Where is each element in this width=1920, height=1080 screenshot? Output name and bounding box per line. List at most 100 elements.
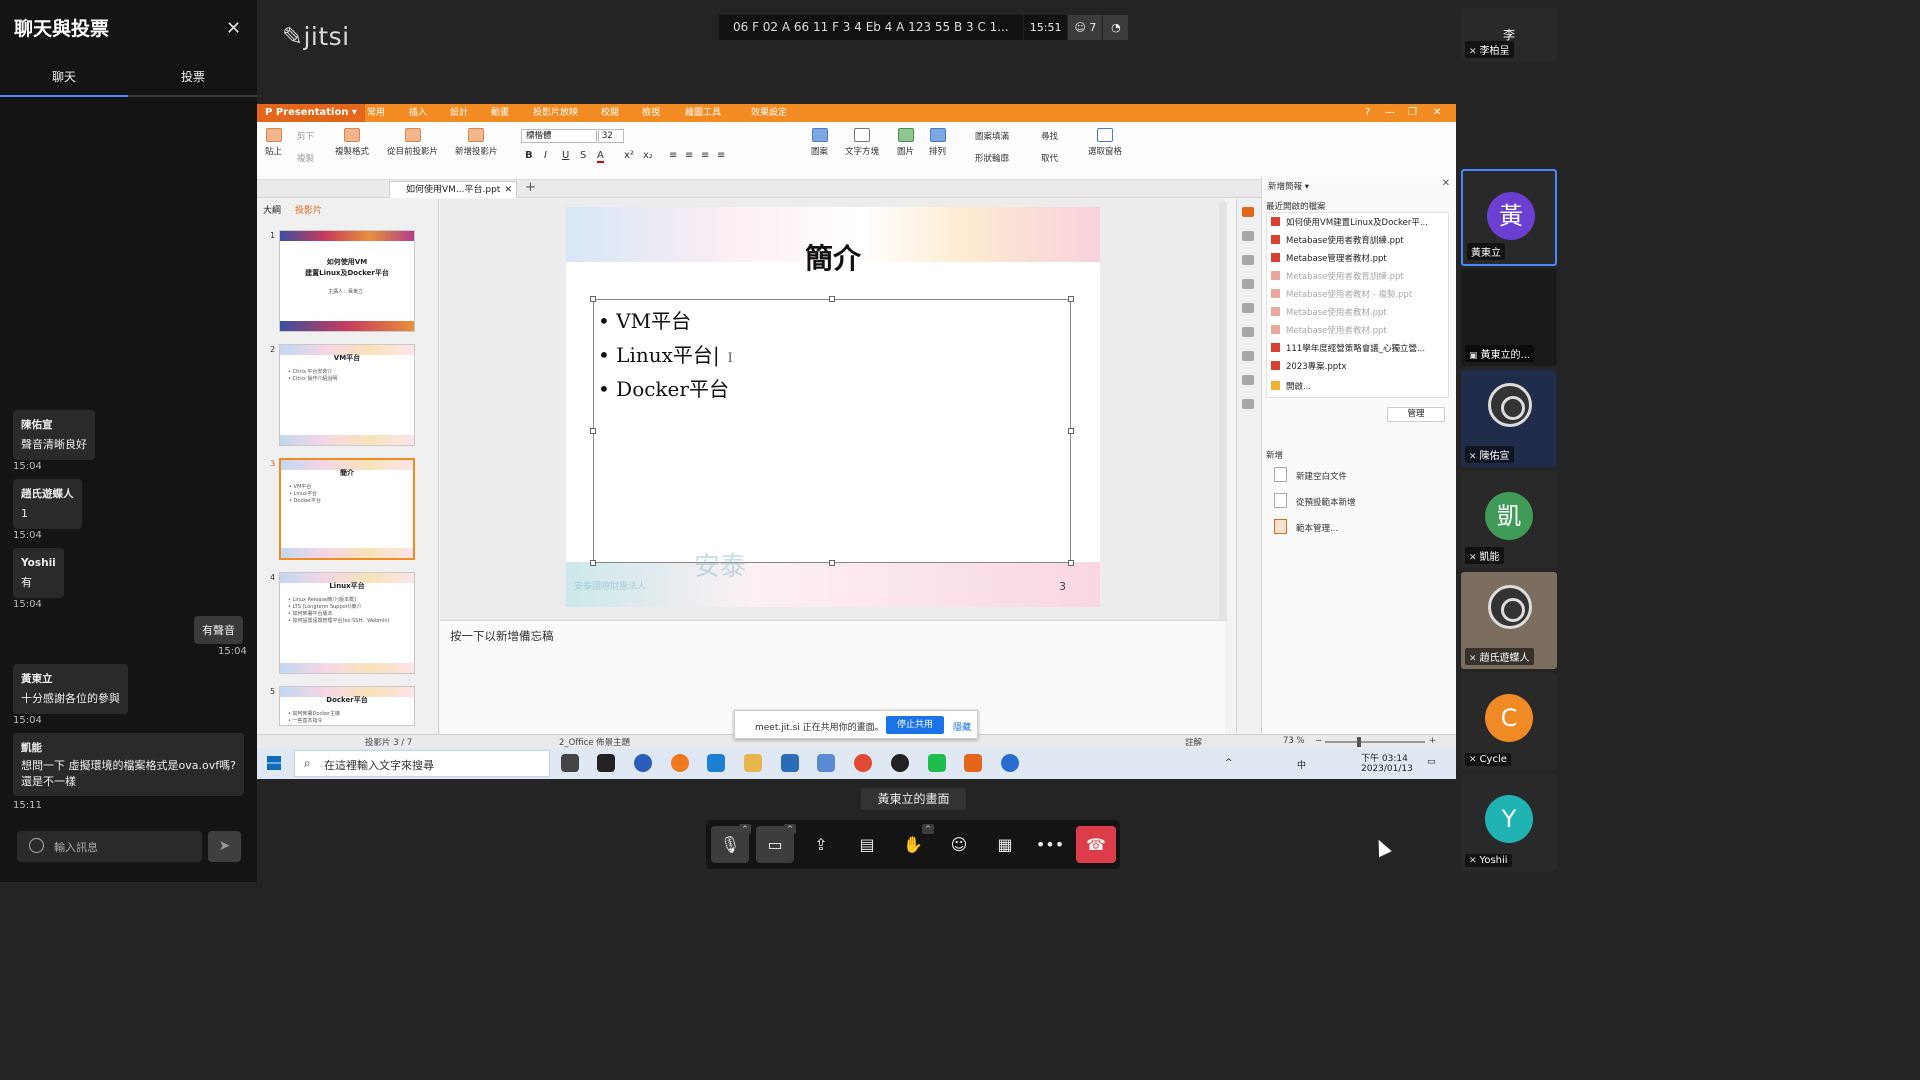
recent-file[interactable]: 如何使用VM建置Linux及Docker平... bbox=[1271, 216, 1447, 228]
task-pane-title[interactable]: 新增簡報 ▾ bbox=[1268, 180, 1309, 192]
app-icon[interactable] bbox=[891, 754, 909, 772]
participant-tile[interactable]: 凱 ✕ 凱能 bbox=[1461, 471, 1557, 568]
pane-icon[interactable] bbox=[1242, 351, 1254, 361]
menu-animation[interactable]: 動畫 bbox=[491, 104, 509, 122]
shape-fill-button[interactable]: 圖案填滿 bbox=[975, 130, 1009, 142]
menu-review[interactable]: 校閱 bbox=[601, 104, 619, 122]
connection-icon[interactable]: ◔ bbox=[1103, 15, 1129, 40]
zoom-out-icon[interactable]: − bbox=[1315, 736, 1322, 746]
task-view-icon[interactable] bbox=[561, 754, 579, 772]
minimize-icon[interactable]: — bbox=[1385, 104, 1395, 122]
comments-toggle[interactable]: 註解 bbox=[1185, 736, 1202, 748]
app-menu-button[interactable]: P Presentation ▾ bbox=[257, 104, 365, 122]
hide-notice-button[interactable]: 隱藏 bbox=[953, 720, 971, 733]
template-manager[interactable]: 範本管理... bbox=[1296, 522, 1338, 534]
app-icon[interactable] bbox=[671, 754, 689, 772]
app-icon[interactable] bbox=[817, 754, 835, 772]
shape-outline-button[interactable]: 形狀輪廓 bbox=[975, 152, 1009, 164]
justify-icon[interactable]: ≡ bbox=[717, 150, 725, 161]
participant-tile[interactable]: ✕ 趙氏遊蝶人 bbox=[1461, 572, 1557, 669]
shapes-button[interactable]: 圖案 bbox=[811, 128, 828, 157]
help-icon[interactable]: ? bbox=[1365, 104, 1370, 122]
line-icon[interactable] bbox=[928, 754, 946, 772]
stop-sharing-button[interactable]: 停止共用 bbox=[886, 716, 944, 734]
more-button[interactable]: ••• bbox=[1031, 826, 1069, 863]
pane-icon[interactable] bbox=[1242, 303, 1254, 313]
app-icon[interactable] bbox=[634, 754, 652, 772]
camera-button[interactable]: ▭ ^ bbox=[756, 824, 796, 863]
subscript-button[interactable]: x₂ bbox=[643, 150, 653, 161]
from-current-slide-button[interactable]: 從目前投影片 bbox=[387, 128, 438, 157]
replace-button[interactable]: 取代 bbox=[1041, 152, 1058, 164]
app-icon[interactable] bbox=[1001, 754, 1019, 772]
menu-home[interactable]: 常用 bbox=[367, 104, 385, 122]
font-name-select[interactable]: 標楷體 bbox=[521, 129, 597, 143]
zoom-in-icon[interactable]: + bbox=[1429, 736, 1436, 746]
manage-button[interactable]: 管理 bbox=[1387, 407, 1445, 422]
slide-thumbnail-2[interactable]: VM平台 • Citrix 平台安裝介 • Citrix 操作介紹說明 bbox=[279, 344, 415, 446]
current-slide[interactable]: 簡介 • VM平台 • Linux平台| I • Docker平台 安泰 安泰國際… bbox=[566, 207, 1100, 607]
cut-button[interactable]: 剪下 bbox=[297, 130, 314, 142]
menu-slideshow[interactable]: 投影片放映 bbox=[533, 104, 578, 122]
underline-button[interactable]: U bbox=[562, 150, 569, 161]
paste-button[interactable]: 貼上 bbox=[265, 128, 282, 157]
app-icon[interactable] bbox=[781, 754, 799, 772]
mute-mic-button[interactable]: 🎙 ^ bbox=[711, 824, 751, 863]
align-right-icon[interactable]: ≡ bbox=[701, 150, 709, 161]
emoji-icon[interactable] bbox=[29, 838, 44, 853]
recent-file[interactable]: 2023專案.pptx bbox=[1271, 360, 1447, 372]
pane-icon[interactable] bbox=[1242, 327, 1254, 337]
app-icon[interactable] bbox=[597, 754, 615, 772]
chat-button[interactable]: ▤ bbox=[848, 826, 886, 863]
slide-thumbnail-4[interactable]: Linux平台 • Linux Release簡介(版本概) • LTS (Lo… bbox=[279, 572, 415, 674]
selection-pane-button[interactable]: 選取窗格 bbox=[1088, 128, 1122, 157]
recent-file[interactable]: Metabase使用者教育訓練.ppt bbox=[1271, 234, 1447, 246]
align-left-icon[interactable]: ≡ bbox=[669, 150, 677, 161]
bold-button[interactable]: B bbox=[525, 150, 533, 161]
superscript-button[interactable]: x² bbox=[624, 150, 634, 161]
menu-insert[interactable]: 插入 bbox=[409, 104, 427, 122]
menu-view[interactable]: 檢視 bbox=[642, 104, 660, 122]
chrome-icon[interactable] bbox=[854, 754, 872, 772]
participant-tile[interactable]: ▣ 黃東立的... bbox=[1461, 269, 1557, 366]
pane-icon[interactable] bbox=[1242, 231, 1254, 241]
tab-slides[interactable]: 投影片 bbox=[295, 203, 322, 216]
recent-file[interactable]: 111學年度經營策略會議_心獨立營... bbox=[1271, 342, 1447, 354]
pane-icon[interactable] bbox=[1242, 279, 1254, 289]
shadow-button[interactable]: S bbox=[580, 150, 586, 161]
menu-drawing-tools[interactable]: 繪圖工具 bbox=[685, 104, 721, 122]
pane-icon[interactable] bbox=[1242, 399, 1254, 409]
tab-polls[interactable]: 投票 bbox=[129, 68, 257, 85]
menu-design[interactable]: 設計 bbox=[450, 104, 468, 122]
picture-button[interactable]: 圖片 bbox=[897, 128, 914, 157]
share-screen-button[interactable]: ⇪ bbox=[802, 826, 840, 863]
raise-hand-button[interactable]: ✋ ^ bbox=[894, 824, 934, 863]
restore-icon[interactable]: ❐ bbox=[1408, 104, 1417, 122]
open-file-link[interactable]: 開啟... bbox=[1271, 380, 1447, 392]
align-center-icon[interactable]: ≡ bbox=[685, 150, 693, 161]
notification-icon[interactable]: ▭ bbox=[1427, 757, 1436, 767]
slide-thumbnail-3[interactable]: 簡介 • VM平台 • Linux平台 • Docker平台 bbox=[279, 458, 415, 560]
close-icon[interactable]: ✕ bbox=[1442, 178, 1450, 189]
slide-thumbnail-5[interactable]: Docker平台 • 如何佈署Docker主機 • 一些基本指令 bbox=[279, 686, 415, 726]
font-color-button[interactable]: A bbox=[597, 150, 604, 163]
pane-icon[interactable] bbox=[1242, 375, 1254, 385]
format-painter-button[interactable]: 複製格式 bbox=[335, 128, 369, 157]
menu-effects[interactable]: 效果設定 bbox=[751, 104, 787, 122]
participants-button[interactable]: ☺ bbox=[940, 826, 978, 863]
send-button[interactable]: ➤ bbox=[208, 831, 241, 862]
pane-icon[interactable] bbox=[1242, 255, 1254, 265]
recent-file[interactable]: Metabase管理者教材.ppt bbox=[1271, 252, 1447, 264]
close-tab-icon[interactable]: ✕ bbox=[504, 182, 512, 198]
tab-chat[interactable]: 聊天 bbox=[0, 68, 128, 85]
close-icon[interactable]: ✕ bbox=[226, 18, 241, 39]
windows-start-icon[interactable] bbox=[267, 756, 281, 770]
file-explorer-icon[interactable] bbox=[744, 754, 762, 772]
file-tab[interactable]: 如何使用VM...平台.ppt ✕ bbox=[389, 181, 517, 198]
taskbar-search[interactable]: ⌕ 在這裡輸入文字來搜尋 bbox=[294, 750, 550, 777]
find-button[interactable]: 尋找 bbox=[1041, 130, 1058, 142]
recent-file[interactable]: Metabase使用者教育訓練.ppt bbox=[1271, 270, 1447, 282]
italic-button[interactable]: I bbox=[544, 150, 547, 161]
participant-tile-active[interactable]: 黃 黃東立 bbox=[1461, 169, 1557, 266]
participant-tile[interactable]: C ✕ Cycle bbox=[1461, 673, 1557, 770]
